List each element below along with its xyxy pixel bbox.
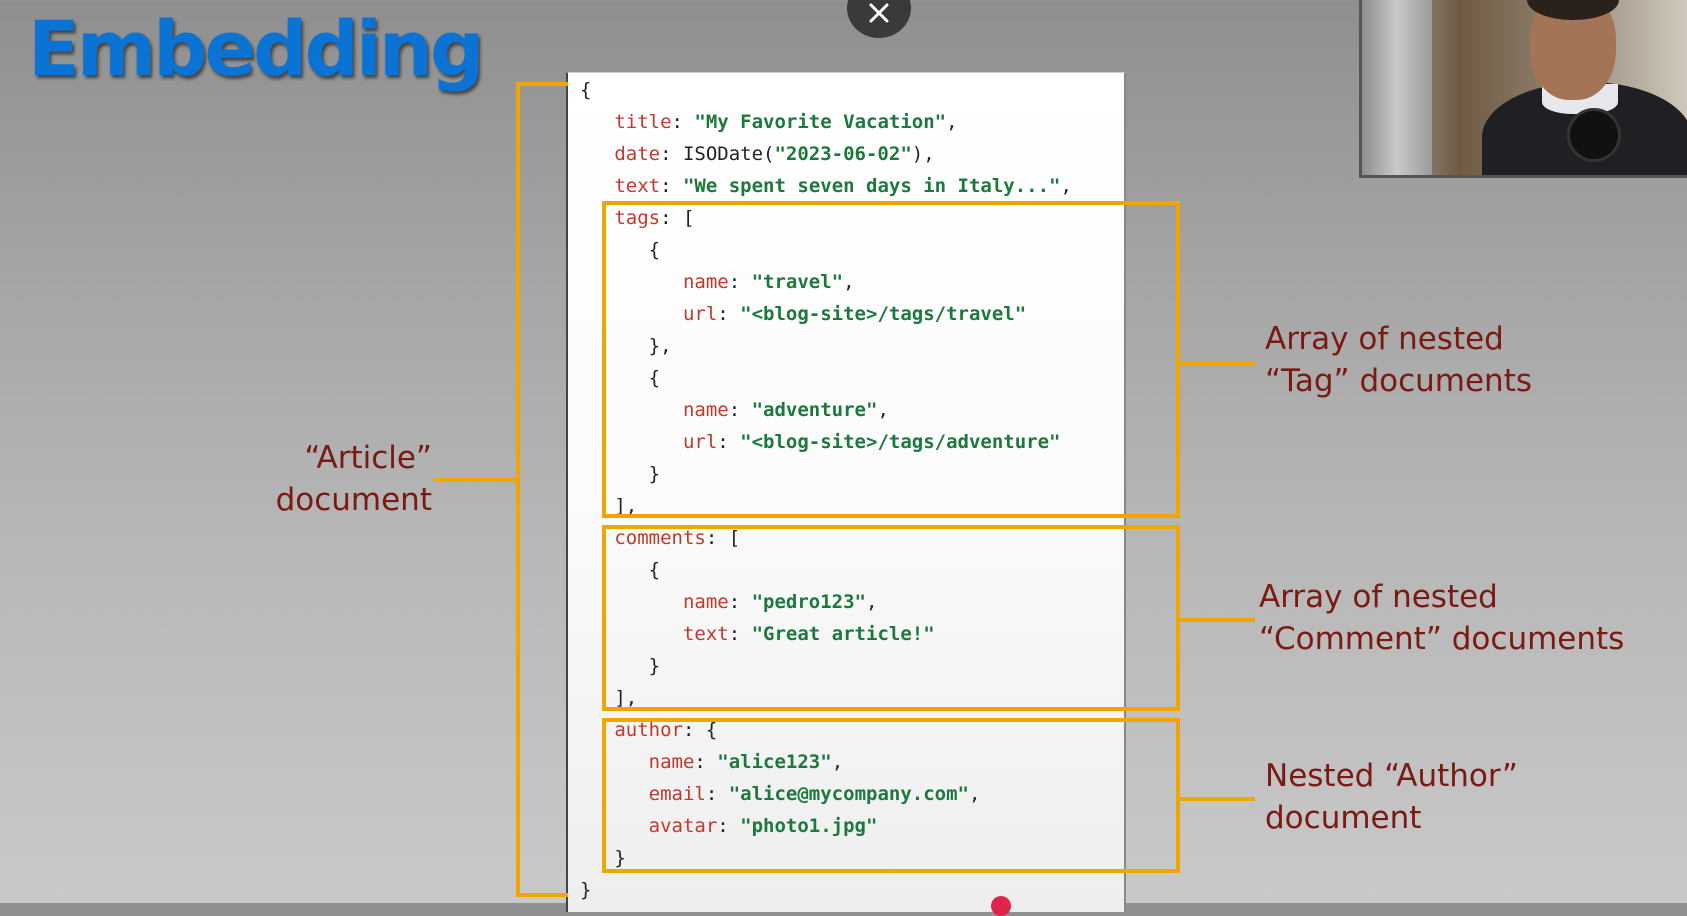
recording-dot-icon [991,896,1011,916]
comments-label-line1: Array of nested [1259,579,1498,615]
code-punct: , [946,111,958,133]
code-punct [580,111,614,133]
article-label: “Article” document [270,437,432,521]
code-punct: } [580,879,592,901]
comments-label-line2: “Comment” documents [1259,621,1625,657]
tags-label-line2: “Tag” documents [1265,363,1533,399]
code-punct: { [580,79,592,101]
tags-connector [1178,362,1255,366]
author-connector [1178,797,1255,801]
article-label-line2: document [275,482,432,518]
code-punct: : ISODate( [660,143,775,165]
code-punct: : [660,175,683,197]
tags-box [602,201,1180,518]
code-key: text [614,175,661,197]
comments-label: Array of nested “Comment” documents [1259,576,1624,660]
author-label-line2: document [1265,800,1422,836]
tags-label-line1: Array of nested [1265,321,1504,357]
code-string: "We spent seven days in Italy..." [682,175,1061,197]
close-icon [869,3,889,23]
article-label-line1: “Article” [304,440,432,476]
code-punct [580,143,614,165]
code-key: date [614,143,661,165]
webcam-overlay [1359,0,1687,178]
comments-box [602,525,1180,711]
code-line: date: ISODate("2023-06-02"), [580,138,1072,170]
close-button[interactable] [847,0,911,38]
code-string: "2023-06-02" [774,143,912,165]
article-connector [434,478,518,482]
webcam-fridge [1362,0,1432,175]
code-line: title: "My Favorite Vacation", [580,106,1072,138]
code-line: { [580,74,1072,106]
author-label-line1: Nested “Author” [1265,758,1518,794]
author-box [602,718,1180,873]
slide-title: Embedding [28,4,484,93]
code-punct: : [671,111,695,133]
code-string: "My Favorite Vacation" [694,111,947,133]
article-bracket [516,82,568,897]
code-line: text: "We spent seven days in Italy...", [580,170,1072,202]
microphone-icon [1567,108,1621,162]
code-key: title [614,111,672,133]
code-punct: , [1060,175,1072,197]
author-label: Nested “Author” document [1265,755,1518,839]
comments-connector [1178,618,1255,622]
code-punct: ), [911,143,935,165]
code-punct [580,175,614,197]
tags-label: Array of nested “Tag” documents [1265,318,1532,402]
